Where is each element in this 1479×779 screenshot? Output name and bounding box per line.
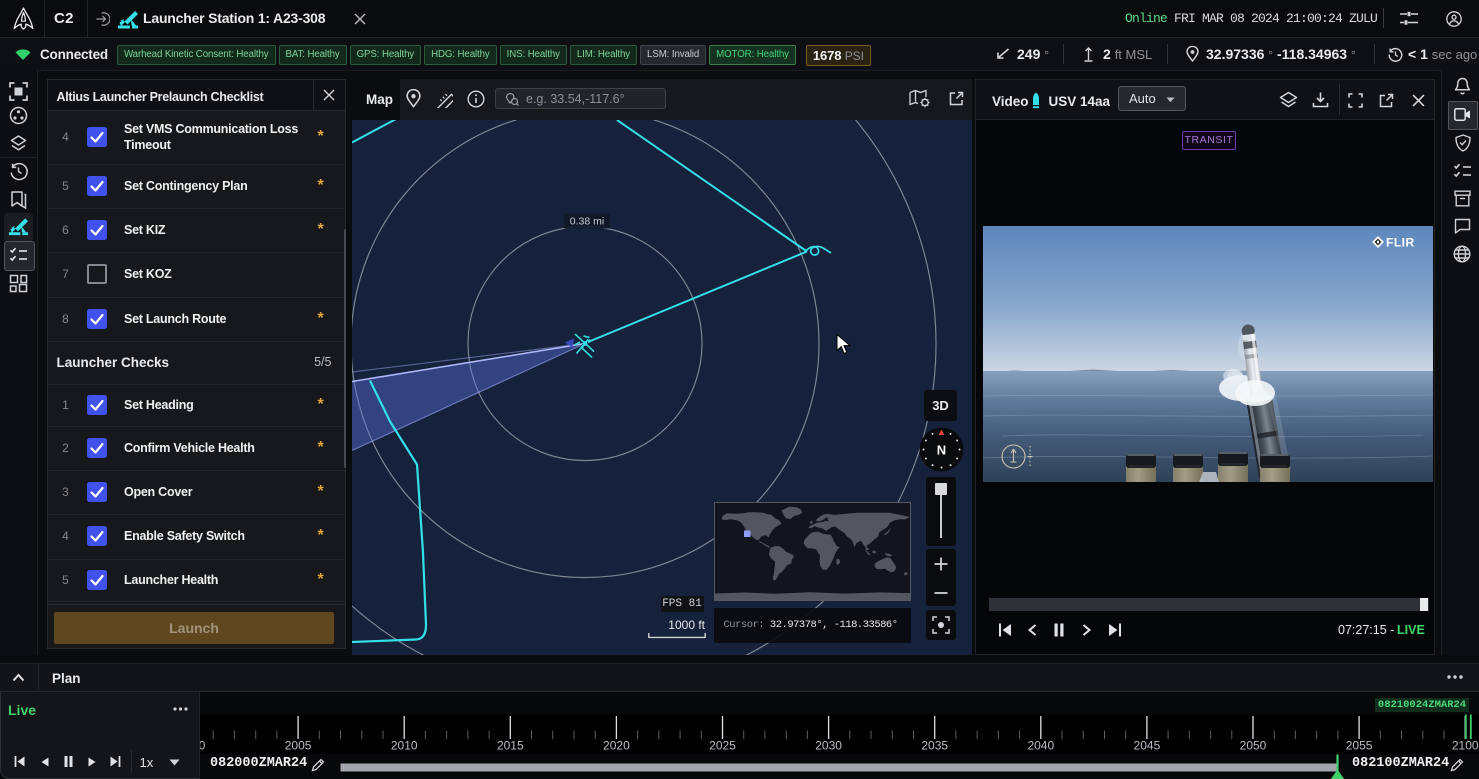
svg-text:0.38 mi: 0.38 mi	[570, 215, 604, 227]
svg-text:2035: 2035	[921, 738, 948, 752]
svg-text:2025: 2025	[709, 738, 736, 752]
svg-text:2040: 2040	[1027, 738, 1054, 752]
svg-text:2045: 2045	[1134, 738, 1161, 752]
svg-text:2050: 2050	[1240, 738, 1267, 752]
svg-text:2005: 2005	[285, 738, 312, 752]
svg-text:2010: 2010	[391, 738, 418, 752]
svg-text:2015: 2015	[497, 738, 524, 752]
svg-text:2020: 2020	[603, 738, 630, 752]
svg-text:N: N	[937, 443, 946, 458]
svg-text:2055: 2055	[1346, 738, 1373, 752]
svg-text:2100: 2100	[1452, 738, 1479, 752]
svg-text:FLIR: FLIR	[1386, 236, 1415, 250]
svg-text:2030: 2030	[815, 738, 842, 752]
